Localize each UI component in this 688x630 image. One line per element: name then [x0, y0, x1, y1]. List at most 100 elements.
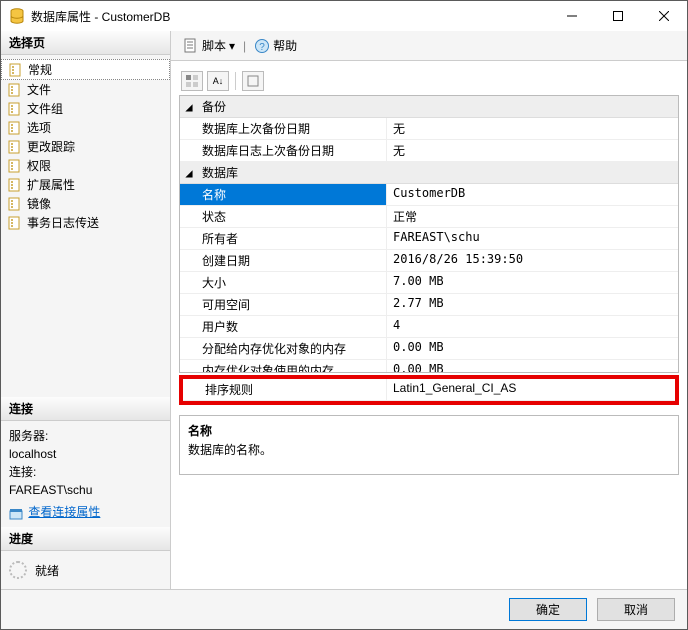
property-name: 内存优化对象使用的内存	[180, 360, 387, 373]
page-icon	[7, 139, 23, 155]
property-row[interactable]: 所有者FAREAST\schu	[180, 228, 678, 250]
page-nav-list: 常规文件文件组选项更改跟踪权限扩展属性镜像事务日志传送	[1, 55, 170, 236]
minimize-button[interactable]	[549, 1, 595, 31]
nav-item[interactable]: 镜像	[1, 194, 170, 213]
property-row[interactable]: 状态正常	[180, 206, 678, 228]
script-button[interactable]: 脚本 ▾	[179, 35, 239, 56]
nav-item[interactable]: 文件组	[1, 99, 170, 118]
nav-item[interactable]: 权限	[1, 156, 170, 175]
page-icon	[7, 82, 23, 98]
connection-label: 连接:	[9, 463, 162, 481]
property-name: 数据库上次备份日期	[180, 118, 387, 139]
collapse-icon[interactable]: ◢	[180, 166, 198, 180]
property-row[interactable]: 用户数4	[180, 316, 678, 338]
dropdown-icon: ▾	[229, 39, 235, 53]
property-name: 分配给内存优化对象的内存	[180, 338, 387, 359]
nav-label: 常规	[28, 61, 52, 78]
spinner-icon	[9, 561, 27, 579]
property-name: 所有者	[180, 228, 387, 249]
svg-text:?: ?	[259, 42, 265, 53]
nav-label: 更改跟踪	[27, 138, 75, 155]
property-value: 4	[387, 316, 678, 337]
description-title: 名称	[188, 422, 670, 439]
property-name: 可用空间	[180, 294, 387, 315]
property-row[interactable]: 名称CustomerDB	[180, 184, 678, 206]
description-text: 数据库的名称。	[188, 441, 670, 458]
property-name: 大小	[180, 272, 387, 293]
progress-header: 进度	[1, 527, 170, 551]
help-button[interactable]: ? 帮助	[250, 35, 301, 56]
nav-label: 文件组	[27, 100, 63, 117]
nav-label: 权限	[27, 157, 51, 174]
property-name: 数据库日志上次备份日期	[180, 140, 387, 161]
page-icon	[7, 120, 23, 136]
maximize-button[interactable]	[595, 1, 641, 31]
connection-value: FAREAST\schu	[9, 481, 162, 499]
category-header[interactable]: ◢数据库	[180, 162, 678, 184]
page-icon	[7, 196, 23, 212]
property-row[interactable]: 数据库日志上次备份日期无	[180, 140, 678, 162]
category-header[interactable]: ◢备份	[180, 96, 678, 118]
toolbar-separator: |	[243, 39, 246, 53]
property-row[interactable]: 分配给内存优化对象的内存0.00 MB	[180, 338, 678, 360]
property-value: 7.00 MB	[387, 272, 678, 293]
nav-label: 事务日志传送	[27, 214, 99, 231]
property-pages-button[interactable]	[242, 71, 264, 91]
page-icon	[8, 62, 24, 78]
page-icon	[7, 158, 23, 174]
property-name: 排序规则	[183, 379, 387, 400]
categorized-button[interactable]	[181, 71, 203, 91]
server-value: localhost	[9, 445, 162, 463]
help-label: 帮助	[273, 37, 297, 54]
cancel-button[interactable]: 取消	[597, 598, 675, 621]
dialog-body: 选择页 常规文件文件组选项更改跟踪权限扩展属性镜像事务日志传送 连接 服务器: …	[1, 31, 687, 589]
page-icon	[7, 215, 23, 231]
property-grid[interactable]: ◢备份数据库上次备份日期无数据库日志上次备份日期无◢数据库名称CustomerD…	[179, 95, 679, 373]
ok-button[interactable]: 确定	[509, 598, 587, 621]
help-icon: ?	[254, 38, 270, 54]
dialog-window: 数据库属性 - CustomerDB 选择页 常规文件文件组选项更改跟踪权限扩展…	[0, 0, 688, 630]
highlighted-row-box: 排序规则 Latin1_General_CI_AS	[179, 375, 679, 405]
close-button[interactable]	[641, 1, 687, 31]
right-panel: 脚本 ▾ | ? 帮助 A↓ ◢备份数据库上次备份日期无数据库日志上次备份日期无…	[171, 31, 687, 589]
nav-item[interactable]: 扩展属性	[1, 175, 170, 194]
window-buttons	[549, 1, 687, 31]
window-title: 数据库属性 - CustomerDB	[31, 8, 549, 25]
nav-label: 文件	[27, 81, 51, 98]
property-value: 无	[387, 118, 678, 139]
property-row[interactable]: 创建日期2016/8/26 15:39:50	[180, 250, 678, 272]
grid-toolbar-separator	[235, 72, 236, 90]
property-row[interactable]: 内存优化对象使用的内存0.00 MB	[180, 360, 678, 373]
script-label: 脚本	[202, 37, 226, 54]
toolbar: 脚本 ▾ | ? 帮助	[171, 31, 687, 61]
progress-status: 就绪	[35, 562, 59, 579]
property-value: 无	[387, 140, 678, 161]
property-value: 0.00 MB	[387, 338, 678, 359]
property-name: 用户数	[180, 316, 387, 337]
nav-item[interactable]: 更改跟踪	[1, 137, 170, 156]
nav-item[interactable]: 文件	[1, 80, 170, 99]
property-value: FAREAST\schu	[387, 228, 678, 249]
nav-item[interactable]: 事务日志传送	[1, 213, 170, 232]
nav-label: 镜像	[27, 195, 51, 212]
property-row-collation[interactable]: 排序规则 Latin1_General_CI_AS	[183, 379, 675, 401]
nav-item[interactable]: 常规	[1, 59, 170, 80]
nav-item[interactable]: 选项	[1, 118, 170, 137]
description-panel: 名称 数据库的名称。	[179, 415, 679, 475]
page-icon	[7, 177, 23, 193]
collapse-icon[interactable]: ◢	[180, 100, 198, 114]
property-value: Latin1_General_CI_AS	[387, 379, 675, 400]
property-row[interactable]: 可用空间2.77 MB	[180, 294, 678, 316]
view-connection-link[interactable]: 查看连接属性	[28, 505, 100, 519]
titlebar: 数据库属性 - CustomerDB	[1, 1, 687, 31]
server-label: 服务器:	[9, 427, 162, 445]
nav-label: 选项	[27, 119, 51, 136]
left-panel: 选择页 常规文件文件组选项更改跟踪权限扩展属性镜像事务日志传送 连接 服务器: …	[1, 31, 171, 589]
alphabetical-button[interactable]: A↓	[207, 71, 229, 91]
property-name: 状态	[180, 206, 387, 227]
property-row[interactable]: 大小7.00 MB	[180, 272, 678, 294]
property-row[interactable]: 数据库上次备份日期无	[180, 118, 678, 140]
script-icon	[183, 38, 199, 54]
nav-label: 扩展属性	[27, 176, 75, 193]
property-value: 0.00 MB	[387, 360, 678, 373]
